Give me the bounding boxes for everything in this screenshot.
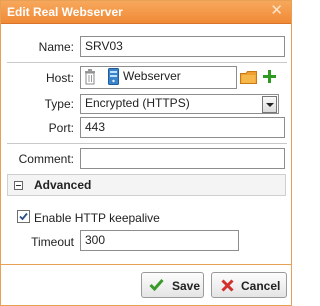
advanced-section-header[interactable]: Advanced bbox=[7, 174, 286, 196]
host-field[interactable]: Webserver bbox=[80, 66, 237, 89]
checkmark-icon bbox=[149, 279, 164, 291]
name-input[interactable]: SRV03 bbox=[80, 36, 285, 57]
save-button[interactable]: Save bbox=[141, 272, 204, 298]
dialog-titlebar[interactable]: Edit Real Webserver ✕ bbox=[1, 1, 291, 24]
port-input[interactable]: 443 bbox=[80, 117, 285, 138]
chevron-down-icon[interactable] bbox=[262, 96, 277, 113]
keepalive-checkbox[interactable] bbox=[17, 210, 30, 223]
cancel-button-label: Cancel bbox=[241, 279, 281, 293]
checkmark-icon bbox=[19, 212, 28, 221]
collapse-icon[interactable] bbox=[14, 181, 23, 190]
dialog-title: Edit Real Webserver bbox=[7, 5, 123, 19]
name-label: Name: bbox=[38, 40, 74, 54]
trash-icon[interactable] bbox=[84, 69, 96, 85]
timeout-label: Timeout bbox=[31, 235, 74, 249]
comment-input[interactable] bbox=[80, 148, 285, 169]
advanced-title: Advanced bbox=[34, 178, 92, 192]
divider bbox=[7, 62, 287, 63]
cross-icon bbox=[221, 279, 234, 292]
server-icon bbox=[108, 68, 119, 85]
port-label: Port: bbox=[48, 121, 74, 135]
save-button-label: Save bbox=[172, 279, 201, 293]
type-select-value: Encrypted (HTTPS) bbox=[85, 96, 190, 110]
cancel-button[interactable]: Cancel bbox=[211, 272, 287, 298]
folder-icon[interactable] bbox=[240, 71, 257, 84]
plus-icon[interactable] bbox=[263, 70, 276, 83]
host-label: Host: bbox=[45, 71, 74, 85]
edit-webserver-dialog: Edit Real Webserver ✕ Name: SRV03 Host: … bbox=[0, 0, 292, 306]
type-select[interactable]: Encrypted (HTTPS) bbox=[80, 94, 279, 114]
divider bbox=[7, 143, 287, 144]
keepalive-label[interactable]: Enable HTTP keepalive bbox=[34, 211, 160, 225]
footer-divider bbox=[1, 264, 291, 265]
close-icon[interactable]: ✕ bbox=[270, 3, 283, 19]
host-value: Webserver bbox=[123, 69, 181, 83]
type-label: Type: bbox=[44, 97, 74, 111]
timeout-input[interactable]: 300 bbox=[80, 230, 239, 251]
comment-label: Comment: bbox=[18, 152, 74, 166]
